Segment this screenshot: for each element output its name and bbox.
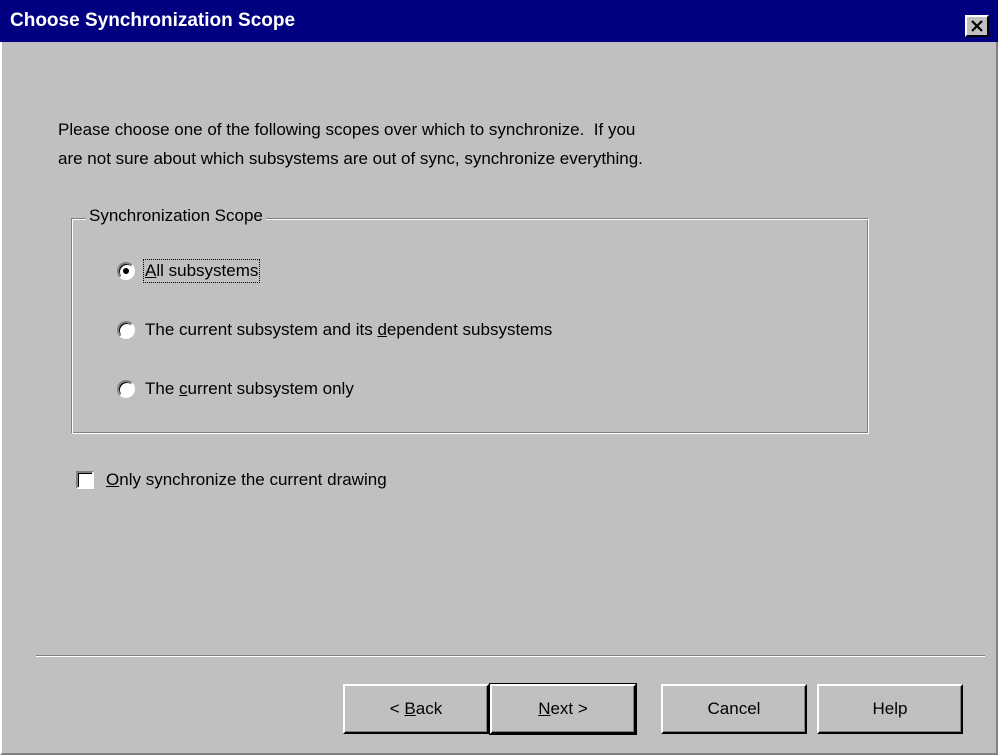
title-bar: Choose Synchronization Scope xyxy=(0,0,998,42)
back-button[interactable]: < Back xyxy=(343,684,489,734)
group-legend: Synchronization Scope xyxy=(86,206,266,226)
only-current-drawing-checkbox-row[interactable]: Only synchronize the current drawing xyxy=(76,466,387,494)
separator xyxy=(36,655,985,657)
only-current-drawing-checkbox[interactable] xyxy=(76,471,94,489)
radio-label-all-subsystems: All subsystems xyxy=(142,259,261,283)
radio-button-current-only[interactable] xyxy=(117,380,135,398)
close-icon xyxy=(971,20,983,32)
radio-current-only[interactable]: The current subsystem only xyxy=(117,375,354,403)
intro-line-1: Please choose one of the following scope… xyxy=(58,120,636,139)
window-title: Choose Synchronization Scope xyxy=(10,10,296,31)
intro-line-2: are not sure about which subsystems are … xyxy=(58,149,643,168)
radio-current-and-dependent[interactable]: The current subsystem and its dependent … xyxy=(117,316,552,344)
radio-button-current-and-dependent[interactable] xyxy=(117,321,135,339)
radio-all-subsystems[interactable]: All subsystems xyxy=(117,257,261,285)
radio-label-current-and-dependent: The current subsystem and its dependent … xyxy=(145,320,553,339)
intro-text: Please choose one of the following scope… xyxy=(58,115,858,173)
close-button[interactable] xyxy=(965,15,989,37)
help-button[interactable]: Help xyxy=(817,684,963,734)
next-button[interactable]: Next > xyxy=(489,683,637,735)
radio-label-current-only: The current subsystem only xyxy=(145,379,354,398)
checkbox-label: Only synchronize the current drawing xyxy=(106,470,387,489)
cancel-button[interactable]: Cancel xyxy=(661,684,807,734)
radio-button-all-subsystems[interactable] xyxy=(117,262,135,280)
